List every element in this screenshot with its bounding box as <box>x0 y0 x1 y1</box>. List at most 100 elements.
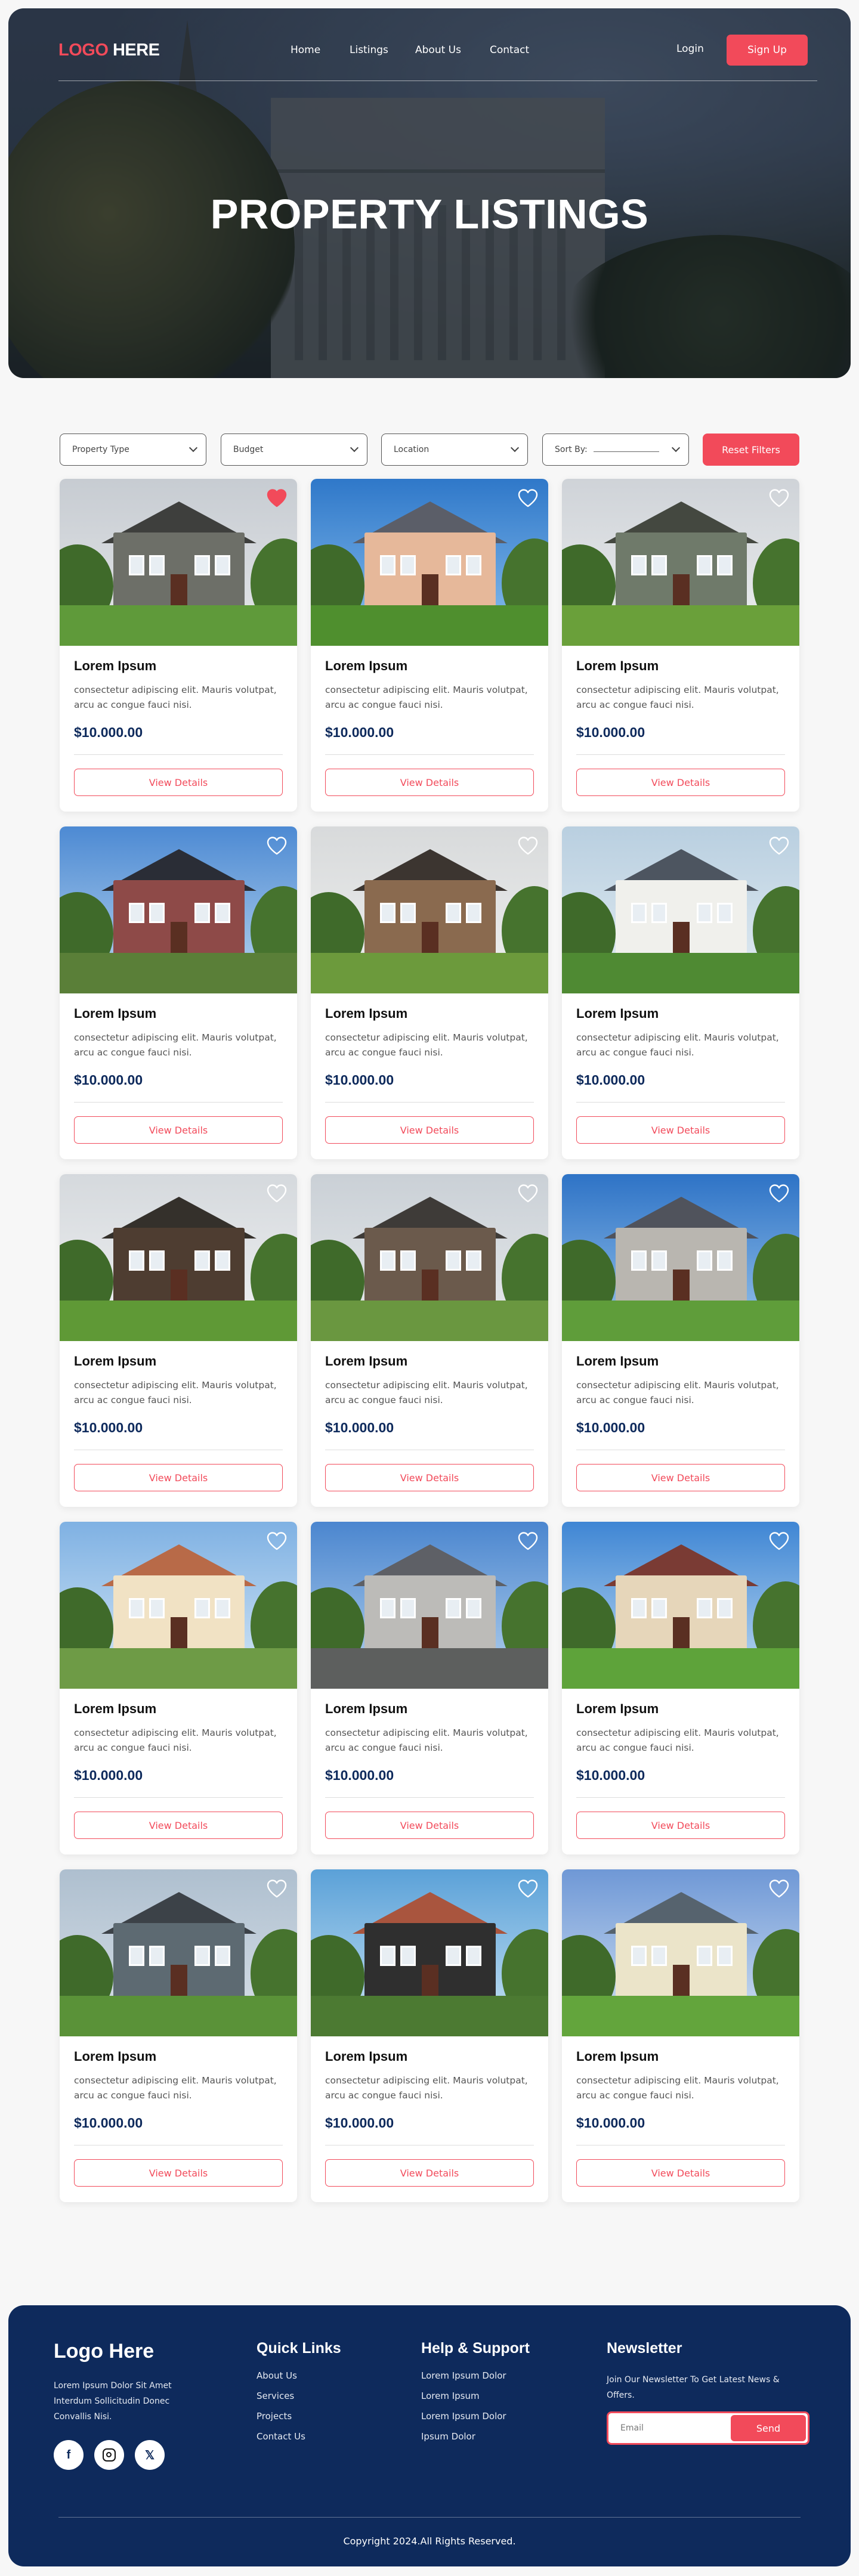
listing-photo[interactable] <box>60 1522 297 1689</box>
listing-card[interactable]: Lorem Ipsum consectetur adipiscing elit. … <box>311 1869 548 2202</box>
x-icon[interactable]: 𝕏 <box>135 2440 165 2470</box>
listing-card[interactable]: Lorem Ipsum consectetur adipiscing elit. … <box>60 826 297 1159</box>
sort-select[interactable]: Sort By: <box>542 434 689 466</box>
help-link[interactable]: Lorem Ipsum <box>421 2391 530 2401</box>
help-link[interactable]: Ipsum Dolor <box>421 2431 530 2442</box>
photo-window <box>129 903 144 923</box>
listing-card[interactable]: Lorem Ipsum consectetur adipiscing elit. … <box>311 1522 548 1854</box>
favorite-heart-icon[interactable] <box>266 1879 288 1898</box>
logo-part2: HERE <box>112 41 160 60</box>
photo-window <box>446 903 461 923</box>
email-input[interactable] <box>620 2421 716 2435</box>
listing-photo[interactable] <box>562 1174 799 1341</box>
view-details-button[interactable]: View Details <box>74 1812 283 1839</box>
footer-link-projects[interactable]: Projects <box>257 2411 341 2422</box>
photo-door <box>171 574 187 610</box>
favorite-heart-icon[interactable] <box>266 1531 288 1550</box>
login-link[interactable]: Login <box>676 43 704 55</box>
heart-svg <box>518 489 538 507</box>
photo-window <box>446 1250 461 1271</box>
favorite-heart-icon[interactable] <box>517 1879 539 1898</box>
favorite-heart-icon[interactable] <box>768 488 790 507</box>
view-details-button[interactable]: View Details <box>325 769 534 796</box>
listing-photo[interactable] <box>60 826 297 993</box>
listing-photo[interactable] <box>60 1174 297 1341</box>
send-button[interactable]: Send <box>731 2415 806 2441</box>
view-details-button[interactable]: View Details <box>74 1116 283 1144</box>
instagram-icon[interactable] <box>94 2440 124 2470</box>
view-details-button[interactable]: View Details <box>325 1812 534 1839</box>
listing-card[interactable]: Lorem Ipsum consectetur adipiscing elit. … <box>60 1869 297 2202</box>
listing-card[interactable]: Lorem Ipsum consectetur adipiscing elit. … <box>60 1522 297 1854</box>
listing-photo[interactable] <box>311 1174 548 1341</box>
view-details-button[interactable]: View Details <box>74 2159 283 2187</box>
favorite-heart-icon[interactable] <box>768 1184 790 1203</box>
photo-window <box>215 555 230 575</box>
listing-photo[interactable] <box>311 479 548 646</box>
favorite-heart-icon[interactable] <box>517 836 539 855</box>
view-details-button[interactable]: View Details <box>576 1116 785 1144</box>
quick-links-column: Quick Links About Us Services Projects C… <box>257 2340 341 2451</box>
view-details-button[interactable]: View Details <box>74 1464 283 1491</box>
listing-card[interactable]: Lorem Ipsum consectetur adipiscing elit. … <box>562 1869 799 2202</box>
favorite-heart-icon[interactable] <box>266 488 288 507</box>
listing-photo[interactable] <box>562 1869 799 2036</box>
help-link[interactable]: Lorem Ipsum Dolor <box>421 2411 530 2422</box>
favorite-heart-icon[interactable] <box>517 488 539 507</box>
signup-button[interactable]: Sign Up <box>727 35 808 66</box>
nav-contact[interactable]: Contact <box>490 44 543 56</box>
property-type-select[interactable]: Property Type <box>60 434 206 466</box>
photo-window <box>631 1946 647 1966</box>
view-details-button[interactable]: View Details <box>325 2159 534 2187</box>
favorite-heart-icon[interactable] <box>517 1184 539 1203</box>
favorite-heart-icon[interactable] <box>517 1531 539 1550</box>
nav-about[interactable]: About Us <box>415 44 490 56</box>
logo[interactable]: LOGO HERE <box>58 41 160 60</box>
favorite-heart-icon[interactable] <box>768 836 790 855</box>
listing-photo[interactable] <box>60 1869 297 2036</box>
nav-listings[interactable]: Listings <box>350 44 415 56</box>
favorite-heart-icon[interactable] <box>266 836 288 855</box>
listing-photo[interactable] <box>311 1522 548 1689</box>
view-details-button[interactable]: View Details <box>576 769 785 796</box>
view-details-button[interactable]: View Details <box>325 1464 534 1491</box>
listing-card[interactable]: Lorem Ipsum consectetur adipiscing elit. … <box>60 1174 297 1507</box>
listing-photo[interactable] <box>562 479 799 646</box>
reset-filters-button[interactable]: Reset Filters <box>703 434 799 466</box>
favorite-heart-icon[interactable] <box>768 1531 790 1550</box>
listing-photo[interactable] <box>562 826 799 993</box>
footer-link-about[interactable]: About Us <box>257 2370 341 2381</box>
photo-window <box>697 1946 712 1966</box>
heart-svg <box>267 1184 287 1203</box>
listing-photo[interactable] <box>311 826 548 993</box>
listing-card[interactable]: Lorem Ipsum consectetur adipiscing elit. … <box>311 1174 548 1507</box>
nav-home[interactable]: Home <box>291 44 350 56</box>
view-details-button[interactable]: View Details <box>325 1116 534 1144</box>
footer-link-services[interactable]: Services <box>257 2391 341 2401</box>
listing-card[interactable]: Lorem Ipsum consectetur adipiscing elit. … <box>562 1174 799 1507</box>
budget-select[interactable]: Budget <box>221 434 367 466</box>
favorite-heart-icon[interactable] <box>768 1879 790 1898</box>
photo-window <box>717 1946 733 1966</box>
listing-card[interactable]: Lorem Ipsum consectetur adipiscing elit. … <box>311 826 548 1159</box>
listing-card[interactable]: Lorem Ipsum consectetur adipiscing elit. … <box>562 1522 799 1854</box>
listing-photo[interactable] <box>562 1522 799 1689</box>
listing-card[interactable]: Lorem Ipsum consectetur adipiscing elit. … <box>562 826 799 1159</box>
photo-window <box>380 1250 395 1271</box>
listing-photo[interactable] <box>60 479 297 646</box>
location-select[interactable]: Location <box>381 434 528 466</box>
listing-photo[interactable] <box>311 1869 548 2036</box>
footer-link-contact[interactable]: Contact Us <box>257 2431 341 2442</box>
facebook-icon[interactable]: f <box>54 2440 84 2470</box>
listing-card[interactable]: Lorem Ipsum consectetur adipiscing elit. … <box>60 479 297 812</box>
listing-card[interactable]: Lorem Ipsum consectetur adipiscing elit. … <box>562 479 799 812</box>
help-link[interactable]: Lorem Ipsum Dolor <box>421 2370 530 2381</box>
view-details-button[interactable]: View Details <box>74 769 283 796</box>
view-details-button[interactable]: View Details <box>576 1464 785 1491</box>
view-details-button[interactable]: View Details <box>576 1812 785 1839</box>
favorite-heart-icon[interactable] <box>266 1184 288 1203</box>
logo-part1: LOGO <box>58 41 109 60</box>
listing-card[interactable]: Lorem Ipsum consectetur adipiscing elit. … <box>311 479 548 812</box>
view-details-button[interactable]: View Details <box>576 2159 785 2187</box>
footer-logo[interactable]: Logo Here <box>54 2340 154 2363</box>
